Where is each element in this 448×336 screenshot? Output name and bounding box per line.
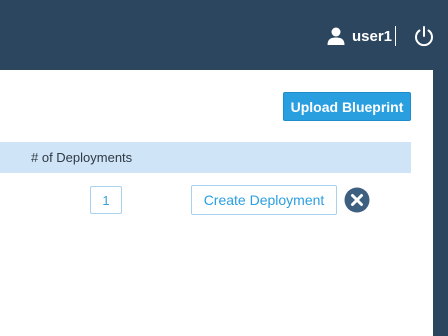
close-circle-icon[interactable] [344, 187, 370, 213]
deployments-count-badge: 1 [90, 186, 122, 214]
power-icon[interactable] [412, 24, 436, 48]
right-edge-panel [433, 70, 448, 336]
upload-blueprint-button[interactable]: Upload Blueprint [283, 92, 411, 121]
top-bar: user1 [0, 0, 448, 70]
table-header-row: # of Deployments [0, 142, 411, 173]
user-icon [327, 27, 345, 45]
column-header-deployments: # of Deployments [31, 150, 133, 165]
username-label: user1 [352, 27, 393, 45]
create-deployment-button[interactable]: Create Deployment [191, 185, 337, 215]
header-divider [395, 26, 396, 46]
main-content: Upload Blueprint # of Deployments 1 Crea… [0, 70, 433, 336]
user-menu[interactable]: user1 [326, 24, 392, 48]
